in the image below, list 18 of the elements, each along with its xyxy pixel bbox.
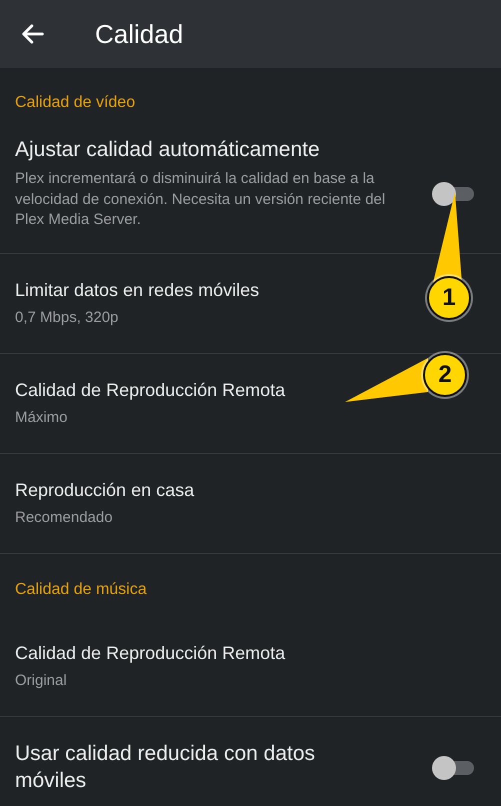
section-header: Calidad de vídeo — [14, 93, 136, 113]
setting-title[interactable]: Usar calidad reducida con datos móviles — [15, 741, 385, 794]
setting-value: 0,7 Mbps, 320p — [15, 308, 118, 328]
setting-value: Original — [15, 670, 67, 691]
setting-title[interactable]: Calidad de Reproducción Remota — [15, 642, 286, 665]
setting-value: Máximo — [15, 408, 68, 428]
callout-badge: 2 — [423, 353, 467, 397]
toggle-switch[interactable] — [432, 756, 476, 780]
setting-title[interactable]: Ajustar calidad automáticamente — [15, 137, 320, 164]
setting-title[interactable]: Reproducción en casa — [15, 479, 194, 502]
screen-title: Calidad — [95, 18, 184, 50]
callout-badge: 1 — [427, 276, 471, 320]
setting-value: Plex incrementará o disminuirá la calidad en base a la velocidad de conexión. Necesita un versión reciente del Plex Media Server. — [15, 169, 386, 230]
section-header: Calidad de música — [14, 580, 148, 600]
setting-title[interactable]: Calidad de Reproducción Remota — [15, 379, 286, 402]
setting-title[interactable]: Limitar datos en redes móviles — [15, 279, 260, 302]
setting-value: Recomendado — [15, 508, 113, 528]
toggle-switch[interactable] — [432, 182, 476, 206]
